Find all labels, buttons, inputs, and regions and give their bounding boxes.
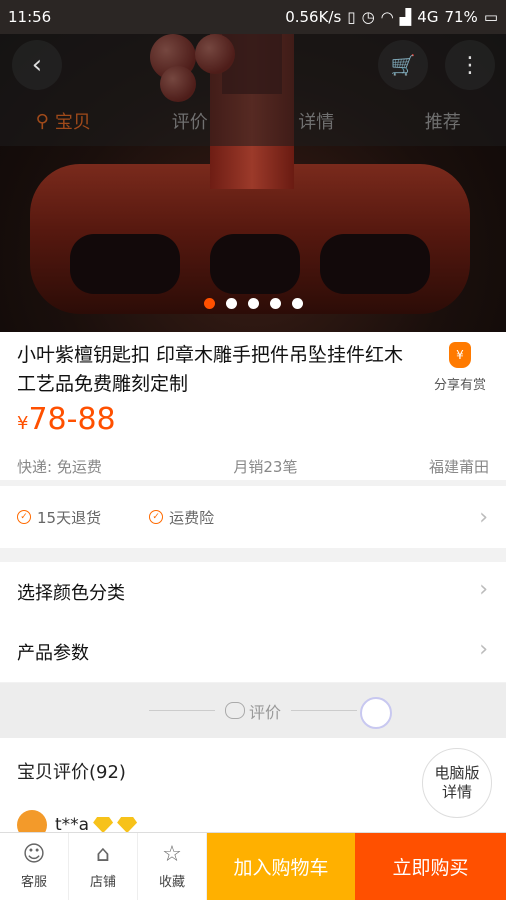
share-reward-button[interactable]: ¥ 分享有赏 xyxy=(432,342,488,393)
stand-carving-right xyxy=(320,234,430,294)
money-bag-icon: ¥ xyxy=(449,342,471,368)
carousel-dot[interactable] xyxy=(291,298,303,309)
tab-details[interactable]: 详情 xyxy=(253,97,380,145)
review-divider-label: 评价 xyxy=(248,702,281,722)
diamond-icon xyxy=(93,817,114,833)
chevron-right-icon: › xyxy=(479,504,488,530)
monthly-sales: 月销23笔 xyxy=(233,458,298,476)
chevron-right-icon: › xyxy=(479,577,488,602)
network-type: 4G xyxy=(417,8,439,26)
chevron-left-icon: ‹ xyxy=(31,50,43,80)
product-meta: 快递: 免运费 月销23笔 福建莆田 xyxy=(17,456,489,477)
carousel-dot[interactable] xyxy=(247,298,259,309)
comment-icon xyxy=(224,702,245,719)
status-right: 0.56K/s ▯ ◷ ◠ ▟ 4G 71% ▭ xyxy=(285,8,498,26)
price-range: 78-88 xyxy=(28,402,116,437)
carousel-dot[interactable] xyxy=(269,298,281,309)
battery-icon: ▭ xyxy=(483,8,498,26)
service-return: ✓ 15天退货 xyxy=(17,507,101,528)
more-button[interactable]: ⋮ xyxy=(445,40,495,90)
check-circle-icon: ✓ xyxy=(149,510,164,524)
chevron-right-icon: › xyxy=(479,637,488,662)
tab-label: 推荐 xyxy=(424,112,461,133)
carousel-indicator xyxy=(0,298,506,309)
tab-label: 详情 xyxy=(298,112,335,133)
product-params-row[interactable]: 产品参数 › xyxy=(0,622,506,682)
select-color-row[interactable]: 选择颜色分类 › xyxy=(0,562,506,622)
alarm-icon: ◷ xyxy=(361,8,375,26)
vibrate-icon: ▯ xyxy=(347,8,356,26)
wifi-icon: ◠ xyxy=(380,8,394,26)
location-pin-icon: ⚲ xyxy=(35,110,49,132)
service-insurance: ✓ 运费险 xyxy=(149,507,214,528)
more-vertical-icon: ⋮ xyxy=(459,52,481,78)
divider-line xyxy=(148,710,215,711)
check-circle-icon: ✓ xyxy=(17,510,31,524)
review-section-divider: 评价 xyxy=(0,683,506,738)
divider-line xyxy=(291,710,357,711)
tab-recommend[interactable]: 推荐 xyxy=(380,97,506,145)
service-guarantees[interactable]: ✓ 15天退货 ✓ 运费险 › xyxy=(0,486,506,548)
battery-level: 71% xyxy=(444,8,478,26)
service-icon: ☺ xyxy=(22,842,46,867)
customer-service-label: 客服 xyxy=(20,875,47,890)
review-section: 宝贝评价(92) 电脑版 详情 t**a xyxy=(0,738,506,840)
net-speed: 0.56K/s xyxy=(285,8,342,26)
loading-spinner xyxy=(360,697,392,729)
product-info: 小叶紫檀钥匙扣 印章木雕手把件吊坠挂件红木工艺品免费雕刻定制 ¥ 分享有赏 ¥7… xyxy=(0,332,506,480)
cart-button[interactable]: 🛒 xyxy=(378,40,428,90)
customer-service-button[interactable]: ☺ 客服 xyxy=(0,833,69,900)
tab-label: 宝贝 xyxy=(54,112,91,133)
product-detail-page: 11:56 0.56K/s ▯ ◷ ◠ ▟ 4G 71% ▭ ‹ 🛒 ⋮ ⚲ 宝… xyxy=(0,0,506,900)
stand-carving-mid xyxy=(210,234,300,294)
section-tabs: ⚲ 宝贝 评价 详情 推荐 xyxy=(0,97,506,145)
back-button[interactable]: ‹ xyxy=(12,40,62,90)
product-title: 小叶紫檀钥匙扣 印章木雕手把件吊坠挂件红木工艺品免费雕刻定制 xyxy=(17,344,404,395)
favorite-label: 收藏 xyxy=(158,875,185,890)
signal-icon: ▟ xyxy=(399,8,412,26)
shop-icon: ⌂ xyxy=(96,842,110,867)
tab-label: 评价 xyxy=(171,112,208,133)
bottom-action-bar: ☺ 客服 ⌂ 店铺 ☆ 收藏 加入购物车 立即购买 xyxy=(0,832,506,900)
stand-carving-left xyxy=(70,234,180,294)
pc-version-line2: 详情 xyxy=(441,783,472,801)
star-icon: ☆ xyxy=(162,842,182,867)
pc-version-button[interactable]: 电脑版 详情 xyxy=(422,748,492,818)
cart-icon: 🛒 xyxy=(390,53,416,77)
pc-version-line1: 电脑版 xyxy=(434,764,480,782)
service-label: 运费险 xyxy=(169,508,215,527)
currency-symbol: ¥ xyxy=(17,413,29,434)
tab-product[interactable]: ⚲ 宝贝 xyxy=(0,97,127,145)
favorite-button[interactable]: ☆ 收藏 xyxy=(138,833,207,900)
product-image-carousel[interactable] xyxy=(0,34,506,332)
status-time: 11:56 xyxy=(8,8,52,26)
select-color-label: 选择颜色分类 xyxy=(17,583,125,604)
service-label: 15天退货 xyxy=(37,508,102,527)
diamond-icon xyxy=(117,817,138,833)
product-price: ¥78-88 xyxy=(17,402,116,437)
shop-label: 店铺 xyxy=(89,875,116,890)
add-to-cart-button[interactable]: 加入购物车 xyxy=(207,833,355,900)
ship-location: 福建莆田 xyxy=(428,458,489,476)
shipping-info: 快递: 免运费 xyxy=(17,458,102,476)
carousel-dot[interactable] xyxy=(203,298,215,309)
status-bar: 11:56 0.56K/s ▯ ◷ ◠ ▟ 4G 71% ▭ xyxy=(0,0,506,34)
shop-button[interactable]: ⌂ 店铺 xyxy=(69,833,138,900)
product-params-label: 产品参数 xyxy=(17,643,89,664)
carousel-dot[interactable] xyxy=(225,298,237,309)
share-label: 分享有赏 xyxy=(433,378,486,393)
review-header[interactable]: 宝贝评价(92) xyxy=(17,758,126,784)
tab-reviews[interactable]: 评价 xyxy=(127,97,254,145)
buy-now-button[interactable]: 立即购买 xyxy=(355,833,506,900)
